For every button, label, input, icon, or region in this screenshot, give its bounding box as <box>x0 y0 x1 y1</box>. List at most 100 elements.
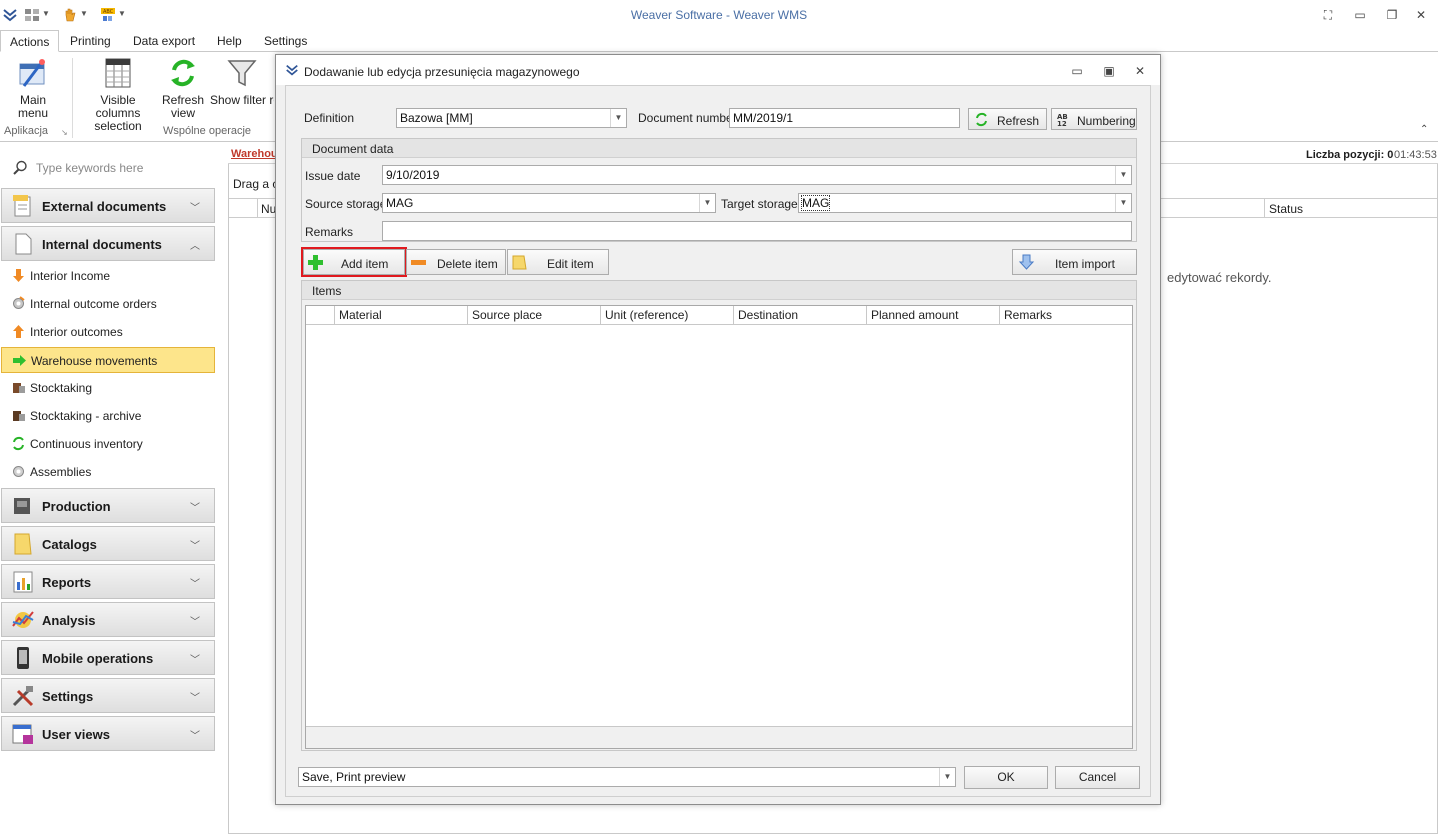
tab-help[interactable]: Help <box>208 30 251 52</box>
document-data-header: Document data <box>302 139 1136 158</box>
show-filter-label: Show filter ro <box>210 93 274 107</box>
col-unit-reference[interactable]: Unit (reference) <box>601 306 734 325</box>
item-import-button[interactable]: Item import <box>1012 249 1137 275</box>
visible-columns-label-1: Visible columns <box>95 93 141 120</box>
edit-item-button[interactable]: Edit item <box>507 249 609 275</box>
col-destination[interactable]: Destination <box>734 306 867 325</box>
document-number-value: MM/2019/1 <box>733 111 794 125</box>
numbering-button-label: Numbering <box>1077 114 1136 128</box>
sidebar-item-internal-outcome-orders[interactable]: Internal outcome orders <box>1 291 215 317</box>
sidebar-item-label: Stocktaking - archive <box>30 409 142 423</box>
minimize-icon[interactable]: ▭ <box>1353 8 1367 22</box>
chevron-down-icon[interactable]: ▼ <box>610 109 626 127</box>
target-storage-select[interactable]: MAG ▼ <box>798 193 1132 213</box>
sidebar-item-stocktaking-archive[interactable]: Stocktaking - archive <box>1 403 215 429</box>
tab-settings[interactable]: Settings <box>255 30 316 52</box>
chevron-down-icon[interactable]: ▼ <box>939 768 955 786</box>
dialog-maximize-icon[interactable]: ▣ <box>1102 64 1116 78</box>
ribbon-tabs: Actions Printing Data export Help Settin… <box>0 30 1438 52</box>
section-label: External documents <box>42 199 167 214</box>
tab-printing[interactable]: Printing <box>61 30 120 52</box>
col-source-place[interactable]: Source place <box>468 306 601 325</box>
chevron-down-icon[interactable]: ▼ <box>699 194 715 212</box>
bg-grid-divider <box>257 199 258 218</box>
items-grid[interactable]: Material Source place Unit (reference) D… <box>305 305 1133 749</box>
restore-icon[interactable]: ❐ <box>1385 8 1399 22</box>
section-external-documents[interactable]: External documents ﹀ <box>1 188 215 223</box>
chevron-down-icon: ﹀ <box>190 203 200 214</box>
target-storage-label: Target storage <box>721 197 798 211</box>
sidebar-item-warehouse-movements[interactable]: Warehouse movements <box>1 347 215 373</box>
dialog-launcher-icon[interactable]: ↘ <box>61 128 68 137</box>
import-arrow-icon <box>1018 254 1035 270</box>
arrow-down-icon <box>13 269 24 282</box>
edit-note-icon <box>512 255 527 270</box>
group-aplikacja: Aplikacja <box>4 125 49 137</box>
numbering-button[interactable]: AB 12 Numbering <box>1051 108 1137 130</box>
tab-actions[interactable]: Actions <box>0 30 60 52</box>
group-divider <box>72 58 73 138</box>
refresh-button[interactable]: Refresh <box>968 108 1047 130</box>
issue-date-input[interactable]: 9/10/2019 ▼ <box>382 165 1132 185</box>
sidebar-item-continuous-inventory[interactable]: Continuous inventory <box>1 431 215 457</box>
close-icon[interactable]: ✕ <box>1414 8 1428 22</box>
sidebar-item-stocktaking[interactable]: Stocktaking <box>1 375 215 401</box>
definition-select[interactable]: Bazowa [MM] ▼ <box>396 108 627 128</box>
breadcrumb[interactable]: Warehou <box>231 148 278 160</box>
collapse-ribbon-icon[interactable]: ⌃ <box>1420 124 1428 135</box>
section-production[interactable]: Production ﹀ <box>1 488 215 523</box>
main-menu-icon <box>19 59 45 87</box>
col-remarks[interactable]: Remarks <box>1000 306 1132 325</box>
sidebar-item-label: Assemblies <box>30 465 92 479</box>
section-settings[interactable]: Settings ﹀ <box>1 678 215 713</box>
tab-data-export[interactable]: Data export <box>124 30 204 52</box>
source-storage-select[interactable]: MAG ▼ <box>382 193 716 213</box>
bg-col-status[interactable]: Status <box>1269 202 1303 216</box>
issue-date-label: Issue date <box>305 169 361 183</box>
section-reports[interactable]: Reports ﹀ <box>1 564 215 599</box>
fullscreen-icon[interactable]: ⛶ <box>1321 8 1335 22</box>
add-item-button[interactable]: Add item <box>301 247 407 277</box>
col-material[interactable]: Material <box>335 306 468 325</box>
chevron-up-icon: ︿ <box>190 241 200 252</box>
col-planned-amount[interactable]: Planned amount <box>867 306 1000 325</box>
dialog-minimize-icon[interactable]: ▭ <box>1070 64 1084 78</box>
dialog-title: Dodawanie lub edycja przesunięcia magazy… <box>304 65 580 79</box>
section-label: Catalogs <box>42 537 97 552</box>
plus-icon <box>308 255 323 270</box>
add-item-label: Add item <box>341 257 389 271</box>
save-option-value: Save, Print preview <box>302 770 406 784</box>
chevron-down-icon[interactable]: ▼ <box>1115 166 1131 184</box>
remarks-input[interactable] <box>382 221 1132 241</box>
sidebar-item-interior-outcomes[interactable]: Interior outcomes <box>1 319 215 345</box>
save-option-select[interactable]: Save, Print preview ▼ <box>298 767 956 787</box>
document-number-input[interactable]: MM/2019/1 <box>729 108 960 128</box>
ok-button[interactable]: OK <box>964 766 1048 789</box>
refresh-icon <box>13 436 24 451</box>
section-label: Production <box>42 499 111 514</box>
section-catalogs[interactable]: Catalogs ﹀ <box>1 526 215 561</box>
visible-columns-button[interactable]: Visible columns selection <box>80 56 156 133</box>
catalogs-icon <box>14 533 32 555</box>
chevron-down-icon[interactable]: ▼ <box>1115 194 1131 212</box>
section-user-views[interactable]: User views ﹀ <box>1 716 215 751</box>
section-mobile-operations[interactable]: Mobile operations ﹀ <box>1 640 215 675</box>
dialog-close-icon[interactable]: ✕ <box>1133 64 1147 78</box>
sidebar-item-interior-income[interactable]: Interior Income <box>1 263 215 289</box>
main-menu-button[interactable]: Main menu <box>4 56 62 120</box>
search-input[interactable]: Type keywords here <box>6 156 214 180</box>
refresh-view-button[interactable]: Refresh view <box>160 56 206 120</box>
chevron-down-icon: ﹀ <box>190 579 200 590</box>
section-analysis[interactable]: Analysis ﹀ <box>1 602 215 637</box>
refresh-button-label: Refresh <box>997 114 1040 128</box>
refresh-icon <box>976 112 987 127</box>
section-internal-documents[interactable]: Internal documents ︿ <box>1 226 215 261</box>
show-filter-button[interactable]: Show filter ro <box>210 56 274 107</box>
sidebar-item-assemblies[interactable]: Assemblies <box>1 459 215 485</box>
mobile-icon <box>17 647 29 669</box>
document-number-label: Document number <box>638 111 737 125</box>
document-data-group: Document data Issue date 9/10/2019 ▼ Sou… <box>301 138 1137 242</box>
delete-item-button[interactable]: Delete item <box>406 249 506 275</box>
item-import-label: Item import <box>1055 257 1116 271</box>
cancel-button[interactable]: Cancel <box>1055 766 1140 789</box>
